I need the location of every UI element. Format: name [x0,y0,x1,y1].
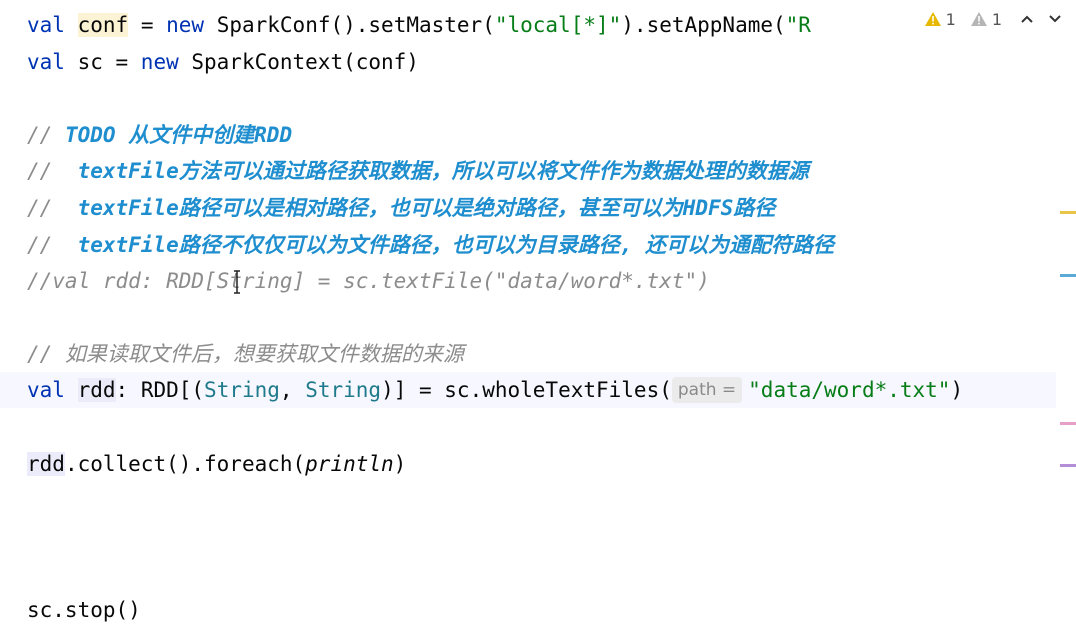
type-name[interactable]: String [204,378,280,402]
variable-conf[interactable]: conf [77,13,129,37]
keyword: new [166,13,205,37]
code-text: )] = sc.wholeTextFiles( [381,378,672,402]
function-name[interactable]: println [305,452,394,476]
code-text: ).setAppName( [621,13,786,37]
keyword: new [140,50,179,74]
warnings-indicator[interactable]: 1 [924,10,956,29]
chevron-up-icon[interactable] [1016,14,1038,24]
code-line-2[interactable]: val sc = new SparkContext(conf) [27,44,419,80]
comment-text: // 如果读取文件后，想要获取文件数据的来源 [27,342,464,366]
doc-comment: textFile路径不仅仅可以为文件路径，也可以为目录路径, 还可以为通配符路径 [77,233,835,257]
chevron-down-icon[interactable] [1044,14,1066,24]
code-text: sc.stop() [27,598,141,622]
scrollbar-marker[interactable] [1060,422,1076,425]
code-line-current[interactable]: val rdd: RDD[(String, String)] = sc.whol… [0,372,1056,408]
code-line-todo[interactable]: // TODO 从文件中创建RDD [27,117,292,153]
code-line-comment[interactable]: // textFile路径不仅仅可以为文件路径，也可以为目录路径, 还可以为通配… [27,227,834,263]
string-literal: "R [785,13,811,37]
warnings-count: 1 [945,9,956,29]
code-text: = [128,13,167,37]
comment-prefix: // [27,233,78,257]
code-line-stop[interactable]: sc.stop() [27,592,141,628]
type-name[interactable]: String [305,378,381,402]
warning-triangle-icon [924,12,941,26]
code-line-commented-code[interactable]: //val rdd: RDD[String] = sc.textFile("da… [27,263,710,299]
keyword: val [27,13,65,37]
comment-prefix: // [27,123,65,147]
doc-comment: textFile路径可以是相对路径，也可以是绝对路径，甚至可以为HDFS路径 [77,196,776,220]
code-text: , [279,378,306,402]
code-text: : RDD[( [115,378,205,402]
keyword: val [27,378,65,402]
code-line-comment[interactable]: // textFile路径可以是相对路径，也可以是绝对路径，甚至可以为HDFS路… [27,190,775,226]
inspections-widget[interactable]: 1 1 [913,4,1066,34]
scrollbar-info-marker[interactable] [1060,274,1076,277]
code-line-comment[interactable]: // textFile方法可以通过路径获取数据，所以可以将文件作为数据处理的数据… [27,153,809,189]
code-text: ) [393,452,407,476]
comment-prefix: // [27,196,78,220]
keyword: val [27,50,65,74]
text-cursor-icon [234,270,240,294]
code-text: sc = [64,50,141,74]
code-text: ) [950,378,964,402]
code-line-1[interactable]: val conf = new SparkConf().setMaster("lo… [27,7,811,43]
parameter-hint: path = [671,377,743,403]
scrollbar-warning-marker[interactable] [1060,211,1076,214]
weak-warnings-count: 1 [991,9,1002,29]
code-text: SparkConf().setMaster( [204,13,495,37]
code-editor[interactable]: val conf = new SparkConf().setMaster("lo… [0,0,1056,638]
variable-rdd-reference[interactable]: rdd [27,452,65,476]
code-line-comment[interactable]: // 如果读取文件后，想要获取文件数据的来源 [27,336,464,372]
code-line-collect[interactable]: rdd.collect().foreach(println) [27,446,406,482]
code-text: SparkContext(conf) [178,50,419,74]
weak-warnings-indicator[interactable]: 1 [970,10,1002,29]
scrollbar-marker[interactable] [1060,464,1076,467]
todo-comment: TODO 从文件中创建RDD [64,123,293,147]
commented-code: //val rdd: RDD[String] = sc.textFile("da… [27,269,710,293]
doc-comment: textFile方法可以通过路径获取数据，所以可以将文件作为数据处理的数据源 [77,159,809,183]
string-literal: "local[*]" [494,13,622,37]
code-text: .collect().foreach( [64,452,306,476]
variable-rdd[interactable]: rdd [77,378,116,402]
comment-prefix: // [27,159,78,183]
weak-warning-triangle-icon [970,12,987,26]
string-literal: "data/word*.txt" [748,378,951,402]
